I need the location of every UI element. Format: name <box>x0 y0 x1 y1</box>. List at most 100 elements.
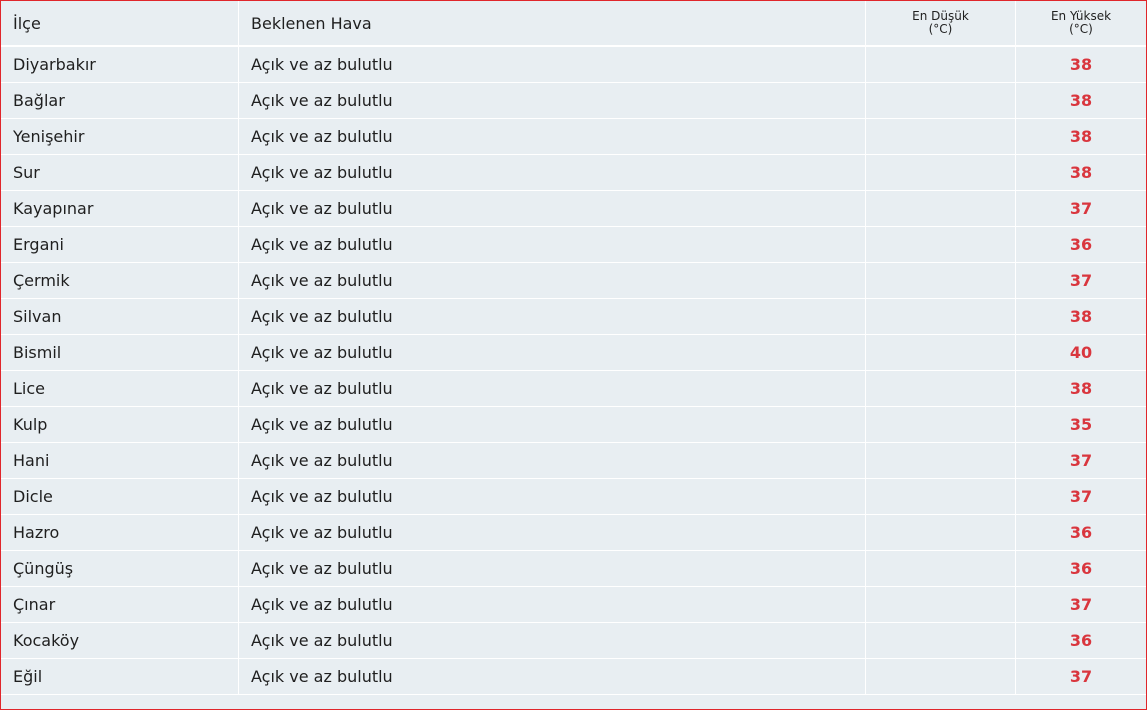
max-temp-cell: 38 <box>1016 119 1146 155</box>
table-row: Bağlar Açık ve az bulutlu 38 <box>1 83 1146 119</box>
table-row: Hazro Açık ve az bulutlu 36 <box>1 515 1146 551</box>
min-temp-cell <box>866 299 1016 335</box>
header-max-temp-unit: (°C) <box>1069 22 1093 36</box>
min-temp-cell <box>866 479 1016 515</box>
header-min-temp-unit: (°C) <box>928 22 953 36</box>
min-temp-cell <box>866 443 1016 479</box>
district-cell: Kayapınar <box>1 191 239 227</box>
max-temp-cell: 40 <box>1016 335 1146 371</box>
header-district: İlçe <box>1 1 239 47</box>
min-temp-cell <box>866 83 1016 119</box>
weather-cell: Açık ve az bulutlu <box>239 47 866 83</box>
max-temp-cell: 36 <box>1016 515 1146 551</box>
table-row: Dicle Açık ve az bulutlu 37 <box>1 479 1146 515</box>
table-row: Silvan Açık ve az bulutlu 38 <box>1 299 1146 335</box>
max-temp-cell: 37 <box>1016 263 1146 299</box>
min-temp-cell <box>866 623 1016 659</box>
table-body: Diyarbakır Açık ve az bulutlu 38 Bağlar Açık… <box>1 47 1146 695</box>
forecast-table: İlçe Beklenen Hava En Düşük (°C) En Yüks… <box>1 1 1146 695</box>
max-temp-cell: 36 <box>1016 623 1146 659</box>
max-temp-cell: 37 <box>1016 479 1146 515</box>
min-temp-cell <box>866 551 1016 587</box>
max-temp-cell: 38 <box>1016 371 1146 407</box>
table-row: Çınar Açık ve az bulutlu 37 <box>1 587 1146 623</box>
min-temp-cell <box>866 659 1016 695</box>
district-cell: Bismil <box>1 335 239 371</box>
weather-cell: Açık ve az bulutlu <box>239 83 866 119</box>
min-temp-cell <box>866 407 1016 443</box>
table-row: Lice Açık ve az bulutlu 38 <box>1 371 1146 407</box>
district-cell: Lice <box>1 371 239 407</box>
min-temp-cell <box>866 335 1016 371</box>
table-row: Çüngüş Açık ve az bulutlu 36 <box>1 551 1146 587</box>
district-cell: Çınar <box>1 587 239 623</box>
weather-cell: Açık ve az bulutlu <box>239 119 866 155</box>
min-temp-cell <box>866 587 1016 623</box>
weather-cell: Açık ve az bulutlu <box>239 515 866 551</box>
min-temp-cell <box>866 227 1016 263</box>
table-row: Kayapınar Açık ve az bulutlu 37 <box>1 191 1146 227</box>
max-temp-cell: 37 <box>1016 659 1146 695</box>
table-row: Eğil Açık ve az bulutlu 37 <box>1 659 1146 695</box>
forecast-table-frame: İlçe Beklenen Hava En Düşük (°C) En Yüks… <box>0 0 1147 710</box>
max-temp-cell: 38 <box>1016 299 1146 335</box>
header-expected-weather: Beklenen Hava <box>239 1 866 47</box>
min-temp-cell <box>866 47 1016 83</box>
district-cell: Ergani <box>1 227 239 263</box>
max-temp-cell: 38 <box>1016 83 1146 119</box>
district-cell: Çüngüş <box>1 551 239 587</box>
table-row: Hani Açık ve az bulutlu 37 <box>1 443 1146 479</box>
weather-cell: Açık ve az bulutlu <box>239 479 866 515</box>
district-cell: Yenişehir <box>1 119 239 155</box>
weather-cell: Açık ve az bulutlu <box>239 335 866 371</box>
header-max-temp: En Yüksek (°C) <box>1016 1 1146 47</box>
table-row: Yenişehir Açık ve az bulutlu 38 <box>1 119 1146 155</box>
weather-cell: Açık ve az bulutlu <box>239 227 866 263</box>
district-cell: Bağlar <box>1 83 239 119</box>
min-temp-cell <box>866 119 1016 155</box>
header-row: İlçe Beklenen Hava En Düşük (°C) En Yüks… <box>1 1 1146 47</box>
weather-cell: Açık ve az bulutlu <box>239 587 866 623</box>
district-cell: Kulp <box>1 407 239 443</box>
max-temp-cell: 38 <box>1016 47 1146 83</box>
max-temp-cell: 37 <box>1016 443 1146 479</box>
district-cell: Sur <box>1 155 239 191</box>
max-temp-cell: 35 <box>1016 407 1146 443</box>
table-row: Kulp Açık ve az bulutlu 35 <box>1 407 1146 443</box>
weather-cell: Açık ve az bulutlu <box>239 371 866 407</box>
max-temp-cell: 36 <box>1016 227 1146 263</box>
weather-cell: Açık ve az bulutlu <box>239 263 866 299</box>
min-temp-cell <box>866 515 1016 551</box>
district-cell: Hani <box>1 443 239 479</box>
min-temp-cell <box>866 191 1016 227</box>
max-temp-cell: 36 <box>1016 551 1146 587</box>
district-cell: Diyarbakır <box>1 47 239 83</box>
weather-cell: Açık ve az bulutlu <box>239 623 866 659</box>
table-row: Sur Açık ve az bulutlu 38 <box>1 155 1146 191</box>
weather-cell: Açık ve az bulutlu <box>239 191 866 227</box>
max-temp-cell: 37 <box>1016 191 1146 227</box>
table-row: Ergani Açık ve az bulutlu 36 <box>1 227 1146 263</box>
district-cell: Hazro <box>1 515 239 551</box>
district-cell: Silvan <box>1 299 239 335</box>
weather-cell: Açık ve az bulutlu <box>239 551 866 587</box>
header-min-temp: En Düşük (°C) <box>866 1 1016 47</box>
min-temp-cell <box>866 155 1016 191</box>
district-cell: Dicle <box>1 479 239 515</box>
min-temp-cell <box>866 263 1016 299</box>
weather-cell: Açık ve az bulutlu <box>239 407 866 443</box>
max-temp-cell: 38 <box>1016 155 1146 191</box>
table-row: Bismil Açık ve az bulutlu 40 <box>1 335 1146 371</box>
district-cell: Çermik <box>1 263 239 299</box>
district-cell: Kocaköy <box>1 623 239 659</box>
weather-cell: Açık ve az bulutlu <box>239 443 866 479</box>
max-temp-cell: 37 <box>1016 587 1146 623</box>
district-cell: Eğil <box>1 659 239 695</box>
table-header: İlçe Beklenen Hava En Düşük (°C) En Yüks… <box>1 1 1146 47</box>
table-row: Diyarbakır Açık ve az bulutlu 38 <box>1 47 1146 83</box>
table-row: Çermik Açık ve az bulutlu 37 <box>1 263 1146 299</box>
min-temp-cell <box>866 371 1016 407</box>
weather-cell: Açık ve az bulutlu <box>239 299 866 335</box>
table-row: Kocaköy Açık ve az bulutlu 36 <box>1 623 1146 659</box>
weather-cell: Açık ve az bulutlu <box>239 155 866 191</box>
